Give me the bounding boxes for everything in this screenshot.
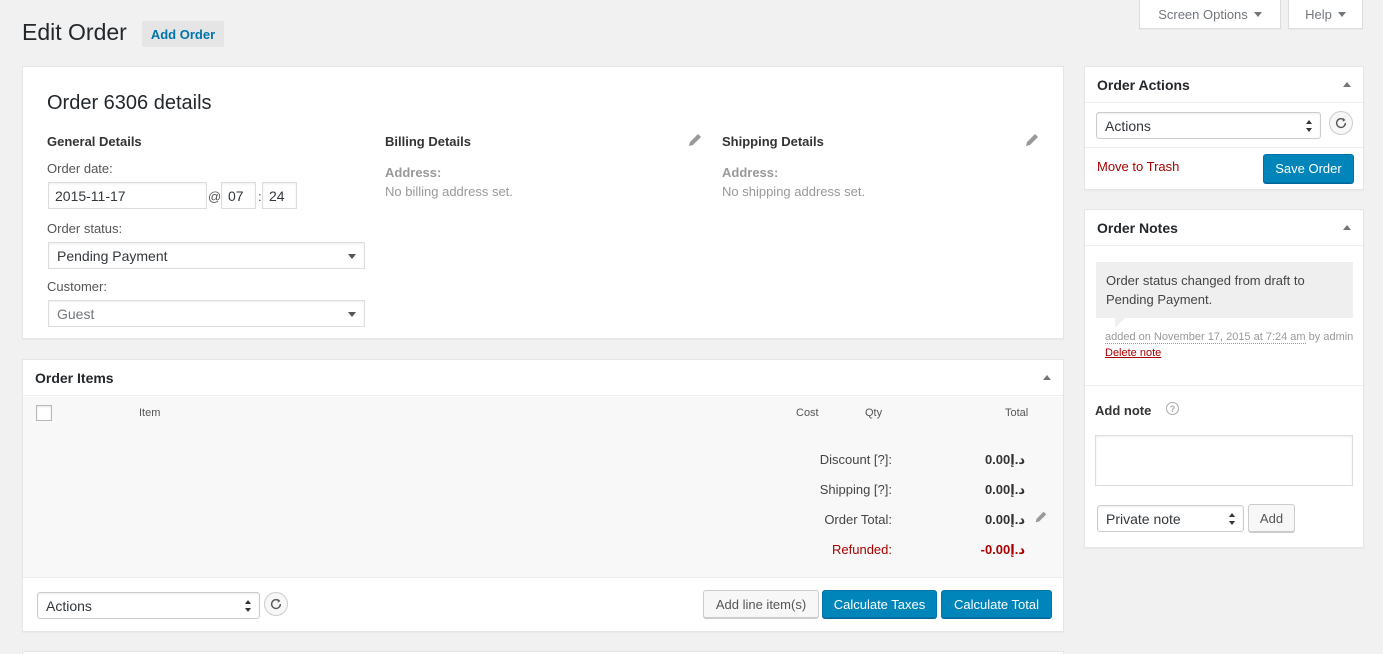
- order-actions-divider: [1085, 147, 1363, 148]
- billing-details-heading: Billing Details: [385, 134, 471, 149]
- note-meta-added: added on November 17, 2015 at 7:24 am: [1105, 331, 1306, 344]
- order-details-panel: Order 6306 details General Details Order…: [22, 66, 1064, 339]
- calculate-taxes-label: Calculate Taxes: [833, 596, 926, 612]
- order-items-body: Item Cost Qty Total Discount [?]: 0.00د.…: [23, 397, 1063, 577]
- order-date-label: Order date:: [47, 161, 113, 176]
- order-actions-header[interactable]: Order Actions: [1085, 67, 1363, 103]
- help-button[interactable]: Help: [1288, 0, 1363, 29]
- bulk-actions-select[interactable]: Actions: [37, 592, 260, 619]
- delete-note-link[interactable]: Delete note: [1105, 347, 1161, 359]
- general-details-heading: General Details: [47, 134, 142, 149]
- calculate-total-label: Calculate Total: [953, 596, 1040, 612]
- column-header-total: Total: [1005, 407, 1029, 419]
- edit-billing-pencil-icon[interactable]: [687, 132, 703, 148]
- chevron-down-icon: [1253, 11, 1262, 17]
- note-type-value: Private note: [1106, 510, 1181, 527]
- note-bubble: Order status changed from draft to Pendi…: [1096, 262, 1353, 318]
- edit-shipping-pencil-icon[interactable]: [1024, 132, 1040, 148]
- order-total-value: 0.00د.إ: [984, 512, 1025, 527]
- move-to-trash-link[interactable]: Move to Trash: [1097, 159, 1179, 174]
- refunded-label: Refunded:: [832, 542, 892, 557]
- order-notes-panel: Order Notes Order status changed from dr…: [1084, 209, 1364, 548]
- save-order-label: Save Order: [1275, 161, 1342, 176]
- add-note-button-label: Add: [1259, 510, 1284, 526]
- order-notes-title: Order Notes: [1097, 220, 1178, 236]
- discount-value: 0.00د.إ: [984, 452, 1025, 467]
- order-minute-input[interactable]: 24: [262, 182, 297, 209]
- customer-label: Customer:: [47, 279, 107, 294]
- screen-options-label: Screen Options: [1158, 6, 1248, 22]
- order-hour-value: 07: [228, 187, 244, 204]
- calculate-total-button[interactable]: Calculate Total: [941, 590, 1052, 618]
- column-header-qty: Qty: [865, 407, 883, 419]
- bulk-actions-value: Actions: [46, 597, 92, 614]
- shipping-address-label: Address:: [722, 165, 779, 180]
- order-actions-select[interactable]: Actions: [1096, 112, 1321, 139]
- save-order-button[interactable]: Save Order: [1263, 154, 1354, 183]
- help-label: Help: [1305, 6, 1332, 22]
- shipping-value: 0.00د.إ: [984, 482, 1025, 497]
- select-arrows-icon: [245, 599, 253, 612]
- collapse-arrow-icon[interactable]: [1343, 82, 1351, 87]
- column-header-cost: Cost: [796, 407, 819, 419]
- order-status-select[interactable]: Pending Payment: [48, 242, 365, 269]
- edit-total-pencil-icon[interactable]: [1034, 510, 1048, 524]
- order-actions-panel: Order Actions Actions Move to Trash Save…: [1084, 66, 1364, 190]
- shipping-label: Shipping [?]:: [819, 482, 892, 497]
- add-order-label: Add Order: [150, 26, 216, 42]
- discount-label: Discount [?]:: [819, 452, 892, 467]
- collapse-arrow-icon[interactable]: [1043, 375, 1051, 380]
- add-line-items-label: Add line item(s): [715, 596, 807, 612]
- note-text: Order status changed from draft to Pendi…: [1106, 273, 1305, 307]
- calculate-taxes-button[interactable]: Calculate Taxes: [822, 590, 937, 618]
- collapse-arrow-icon[interactable]: [1343, 225, 1351, 230]
- customer-select[interactable]: Guest: [48, 300, 365, 327]
- refresh-icon[interactable]: [264, 592, 288, 616]
- order-items-footer: [23, 577, 1063, 578]
- screen-options-button[interactable]: Screen Options: [1139, 0, 1281, 29]
- note-meta: added on November 17, 2015 at 7:24 am by…: [1105, 329, 1355, 361]
- order-items-header[interactable]: Order Items: [23, 360, 1063, 396]
- order-minute-value: 24: [269, 187, 285, 204]
- order-actions-title: Order Actions: [1097, 77, 1190, 93]
- order-items-panel: Order Items Item Cost Qty Total Discount…: [22, 359, 1064, 632]
- help-tip-icon[interactable]: ?: [1166, 402, 1179, 415]
- shipping-address-value: No shipping address set.: [722, 184, 866, 199]
- note-type-select[interactable]: Private note: [1097, 505, 1244, 532]
- order-status-label: Order status:: [47, 221, 123, 236]
- refunded-value: -0.00د.إ: [980, 542, 1025, 557]
- order-status-value: Pending Payment: [57, 247, 168, 264]
- refresh-icon[interactable]: [1329, 111, 1353, 135]
- order-total-label: Order Total:: [824, 512, 892, 527]
- at-symbol: @: [208, 189, 222, 204]
- shipping-details-heading: Shipping Details: [722, 134, 824, 149]
- billing-address-value: No billing address set.: [385, 184, 513, 199]
- order-notes-divider: [1085, 385, 1363, 386]
- note-bubble-tail: [1115, 318, 1125, 328]
- page-title: Edit Order: [22, 19, 127, 45]
- add-note-textarea[interactable]: [1095, 435, 1353, 486]
- customer-value: Guest: [57, 305, 95, 322]
- add-order-button[interactable]: Add Order: [142, 21, 224, 47]
- billing-address-label: Address:: [385, 165, 442, 180]
- order-hour-input[interactable]: 07: [221, 182, 256, 209]
- chevron-down-icon: [1337, 11, 1346, 17]
- order-notes-header[interactable]: Order Notes: [1085, 210, 1363, 246]
- note-meta-author: admin: [1323, 331, 1354, 343]
- order-details-title: Order 6306 details: [47, 92, 212, 114]
- order-items-title: Order Items: [35, 370, 114, 386]
- add-line-items-button[interactable]: Add line item(s): [703, 590, 819, 618]
- select-arrows-icon: [1229, 512, 1237, 525]
- select-arrows-icon: [1306, 119, 1314, 132]
- add-note-label: Add note: [1095, 403, 1152, 418]
- chevron-down-icon: [348, 253, 356, 259]
- chevron-down-icon: [348, 311, 356, 317]
- column-header-item: Item: [139, 407, 161, 419]
- add-note-button[interactable]: Add: [1248, 504, 1295, 532]
- order-date-input[interactable]: 2015-11-17: [48, 182, 207, 209]
- select-all-checkbox[interactable]: [36, 405, 52, 421]
- order-date-value: 2015-11-17: [55, 187, 126, 204]
- note-meta-by: by: [1308, 331, 1321, 343]
- order-actions-value: Actions: [1105, 117, 1151, 134]
